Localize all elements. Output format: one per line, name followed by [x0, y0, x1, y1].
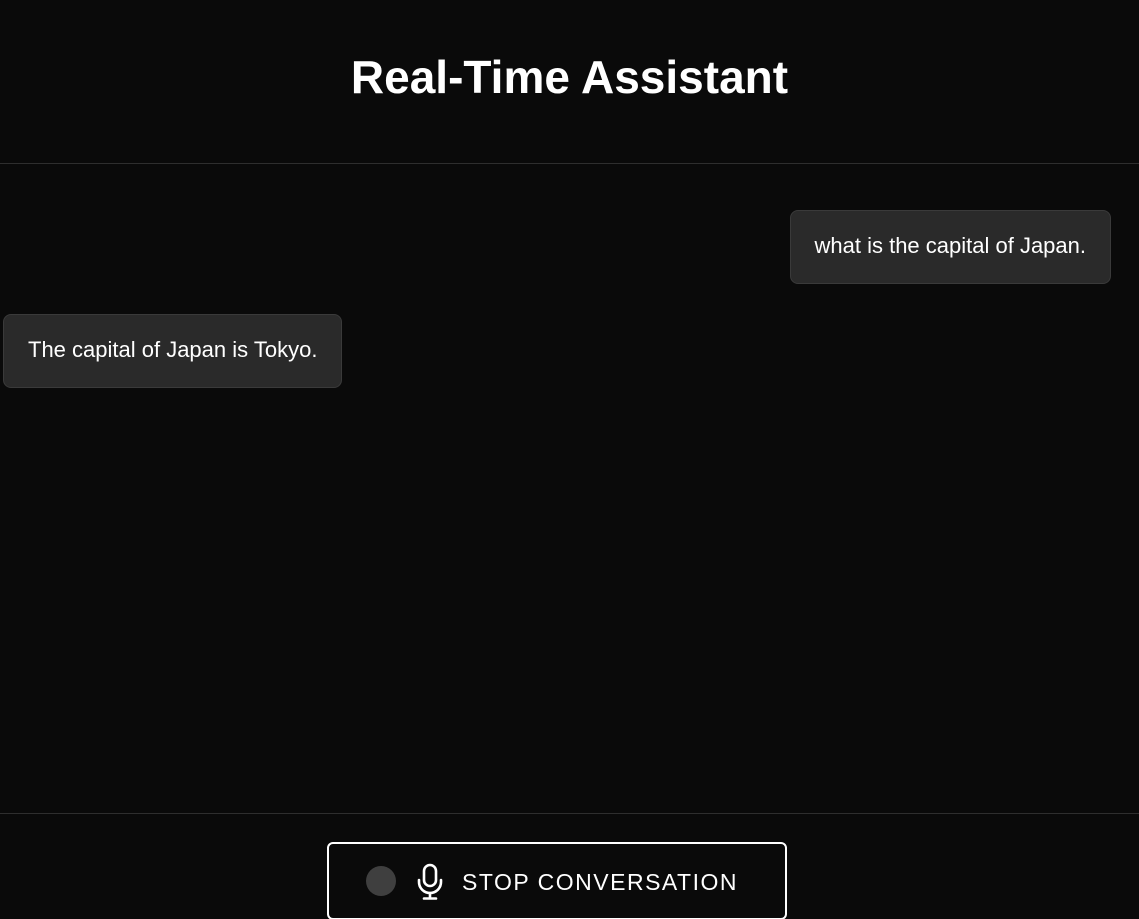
assistant-message: The capital of Japan is Tokyo. — [3, 314, 343, 388]
page-title: Real-Time Assistant — [350, 51, 789, 103]
footer-controls: STOP CONVERSATION — [0, 813, 1139, 919]
status-indicator-icon — [366, 866, 396, 896]
stop-conversation-button[interactable]: STOP CONVERSATION — [327, 842, 787, 919]
header: Real-Time Assistant — [0, 0, 1139, 164]
user-message: what is the capital of Japan. — [789, 210, 1111, 284]
app-root: Real-Time Assistant what is the capital … — [0, 0, 1139, 919]
assistant-message-text: The capital of Japan is Tokyo. — [28, 337, 318, 362]
user-message-text: what is the capital of Japan. — [814, 233, 1087, 258]
chat-area[interactable]: what is the capital of Japan. The capita… — [0, 164, 1139, 813]
microphone-icon — [417, 863, 443, 900]
stop-conversation-label: STOP CONVERSATION — [462, 869, 738, 895]
